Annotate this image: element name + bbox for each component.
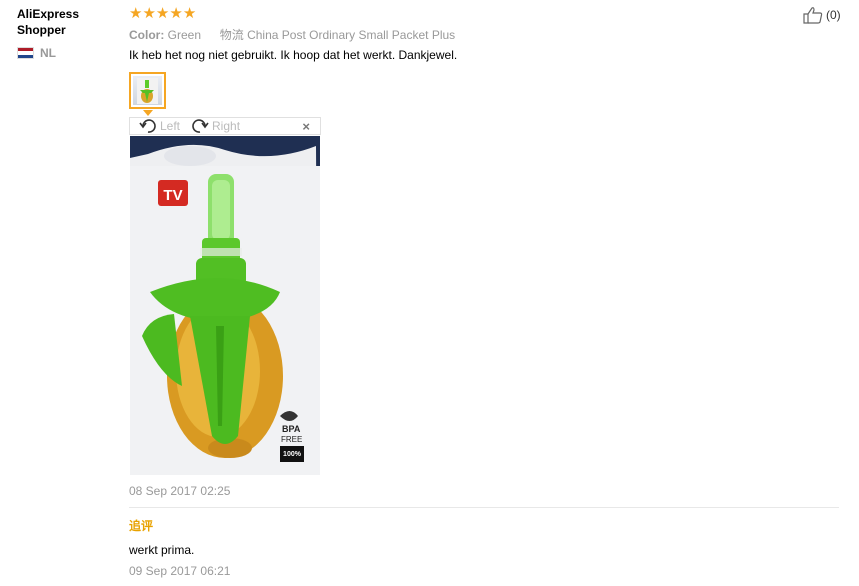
country-code: NL — [40, 46, 56, 60]
color-value: Green — [167, 28, 202, 42]
followup-label: 追评 — [129, 519, 154, 533]
rotate-left-icon — [139, 119, 156, 133]
thumbnail-image — [133, 76, 162, 105]
svg-text:BPA: BPA — [282, 424, 301, 434]
star-icon: ★ — [155, 5, 170, 22]
svg-text:FREE: FREE — [281, 435, 302, 444]
star-icon: ★ — [182, 5, 197, 22]
helpful-count: (0) — [826, 8, 841, 22]
review-text: Ik heb het nog niet gebruikt. Ik hoop da… — [129, 48, 458, 62]
followup-date: 09 Sep 2017 06:21 — [129, 564, 231, 578]
product-attributes: Color: Green 物流 China Post Ordinary Smal… — [129, 26, 455, 43]
rotate-right-button[interactable]: Right — [190, 117, 240, 135]
star-icon: ★ — [129, 5, 143, 22]
helpful-button[interactable]: (0) — [802, 6, 841, 24]
netherlands-flag-icon — [17, 47, 34, 59]
rotate-left-button[interactable]: Left — [138, 117, 180, 135]
star-rating: ★ ★ ★ ★ ★ — [129, 6, 196, 21]
star-icon: ★ — [142, 5, 156, 22]
thumbnail-pointer — [143, 110, 153, 116]
svg-text:100%: 100% — [283, 451, 302, 458]
rotate-right-label: Right — [212, 119, 241, 133]
review-photo-large: TV BPA FREE 100% — [130, 136, 320, 475]
logistics-value: China Post Ordinary Small Packet Plus — [247, 28, 456, 42]
review-date: 08 Sep 2017 02:25 — [129, 484, 231, 498]
svg-text:TV: TV — [163, 187, 182, 204]
rotate-left-label: Left — [160, 119, 181, 133]
logistics-label: 物流 — [219, 28, 244, 42]
divider — [129, 507, 839, 508]
reviewer-name: AliExpress Shopper — [17, 7, 80, 37]
rotate-right-icon — [192, 119, 209, 133]
followup-text: werkt prima. — [129, 543, 195, 557]
thumbs-up-icon — [803, 7, 823, 24]
review-photo-thumbnail[interactable] — [129, 72, 166, 109]
reviewer-country: NL — [17, 46, 56, 60]
close-viewer-button[interactable]: × — [302, 119, 310, 134]
star-icon: ★ — [169, 5, 183, 22]
color-label: Color: — [129, 28, 165, 42]
image-viewer-toolbar: Left Right × — [129, 117, 321, 135]
